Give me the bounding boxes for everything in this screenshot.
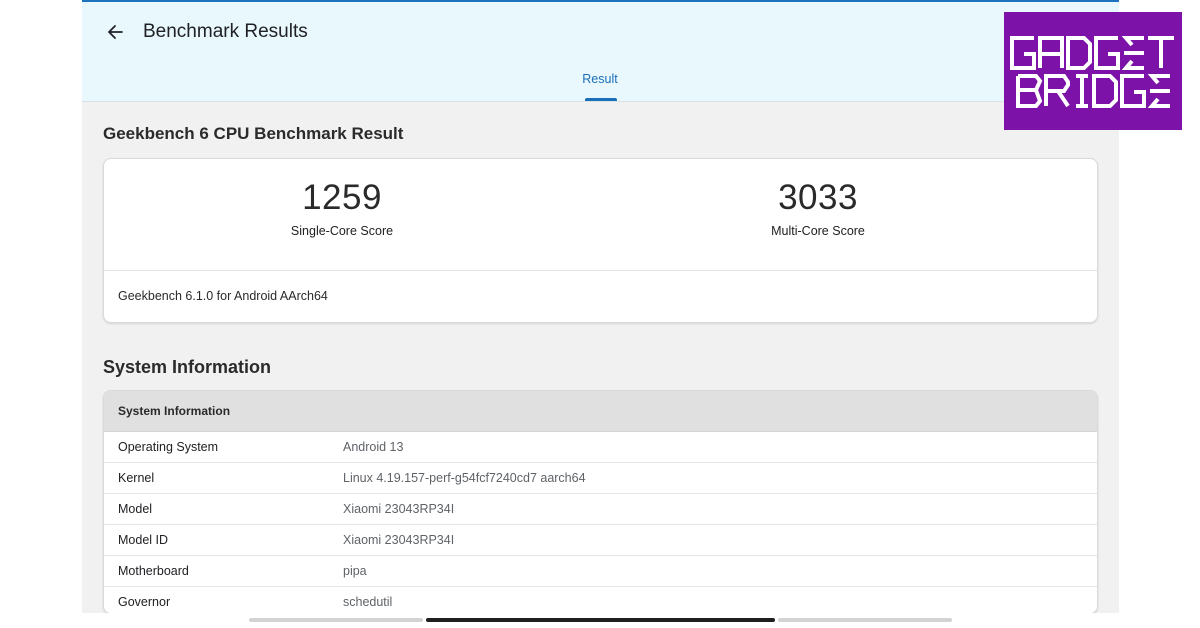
scroll-track-right: [778, 618, 952, 622]
app-bar: Benchmark Results Result: [82, 2, 1119, 102]
row-key: Model ID: [118, 533, 169, 547]
row-value: Linux 4.19.157-perf-g54fcf7240cd7 aarch6…: [343, 471, 586, 485]
row-key: Motherboard: [118, 564, 189, 578]
logo-graphic: [1010, 36, 1174, 108]
table-row: Governor schedutil: [104, 587, 1097, 613]
tab-active-indicator: [585, 98, 617, 101]
row-value: pipa: [343, 564, 367, 578]
row-value: Xiaomi 23043RP34I: [343, 533, 455, 547]
multi-core-value: 3033: [778, 178, 858, 217]
table-row: Model ID Xiaomi 23043RP34I: [104, 525, 1097, 556]
geekbench-app: Benchmark Results Result Geekbench 6 CPU…: [82, 0, 1119, 613]
table-row: Motherboard pipa: [104, 556, 1097, 587]
table-body: Operating System Android 13 Kernel Linux…: [104, 432, 1097, 613]
table-row: Model Xiaomi 23043RP34I: [104, 494, 1097, 525]
system-info-table: System Information Operating System Andr…: [103, 390, 1098, 613]
single-core-label: Single-Core Score: [290, 224, 394, 238]
row-value: Android 13: [343, 440, 404, 454]
row-key: Model: [118, 502, 153, 516]
table-row: Operating System Android 13: [104, 432, 1097, 463]
row-key: Kernel: [118, 471, 155, 485]
tab-result-label: Result: [582, 72, 618, 86]
scroll-thumb[interactable]: [426, 618, 775, 622]
scroll-track-left: [249, 618, 423, 622]
row-key: Operating System: [118, 440, 219, 454]
single-core-value: 1259: [302, 178, 382, 217]
geekbench-version: Geekbench 6.1.0 for Android AArch64: [118, 289, 328, 303]
table-header: System Information: [104, 391, 1097, 432]
row-value: schedutil: [343, 595, 393, 609]
scores-row: 1259 Single-Core Score 3033 Multi-Core S…: [104, 159, 1097, 271]
row-key: Governor: [118, 595, 171, 609]
arrow-left-icon: [108, 25, 123, 39]
multi-core-label: Multi-Core Score: [771, 224, 865, 238]
multi-core-score: 3033 Multi-Core Score: [668, 178, 968, 238]
single-core-score: 1259 Single-Core Score: [192, 178, 492, 238]
table-row: Kernel Linux 4.19.157-perf-g54fcf7240cd7…: [104, 463, 1097, 494]
gadget-bridge-logo: [1004, 12, 1182, 130]
tab-result[interactable]: Result: [568, 70, 632, 101]
page-title: Benchmark Results: [143, 21, 308, 42]
benchmark-heading: Geekbench 6 CPU Benchmark Result: [103, 124, 404, 143]
row-value: Xiaomi 23043RP34I: [343, 502, 455, 516]
system-info-heading: System Information: [103, 357, 272, 377]
back-button[interactable]: [102, 19, 128, 45]
score-card: 1259 Single-Core Score 3033 Multi-Core S…: [103, 158, 1098, 323]
